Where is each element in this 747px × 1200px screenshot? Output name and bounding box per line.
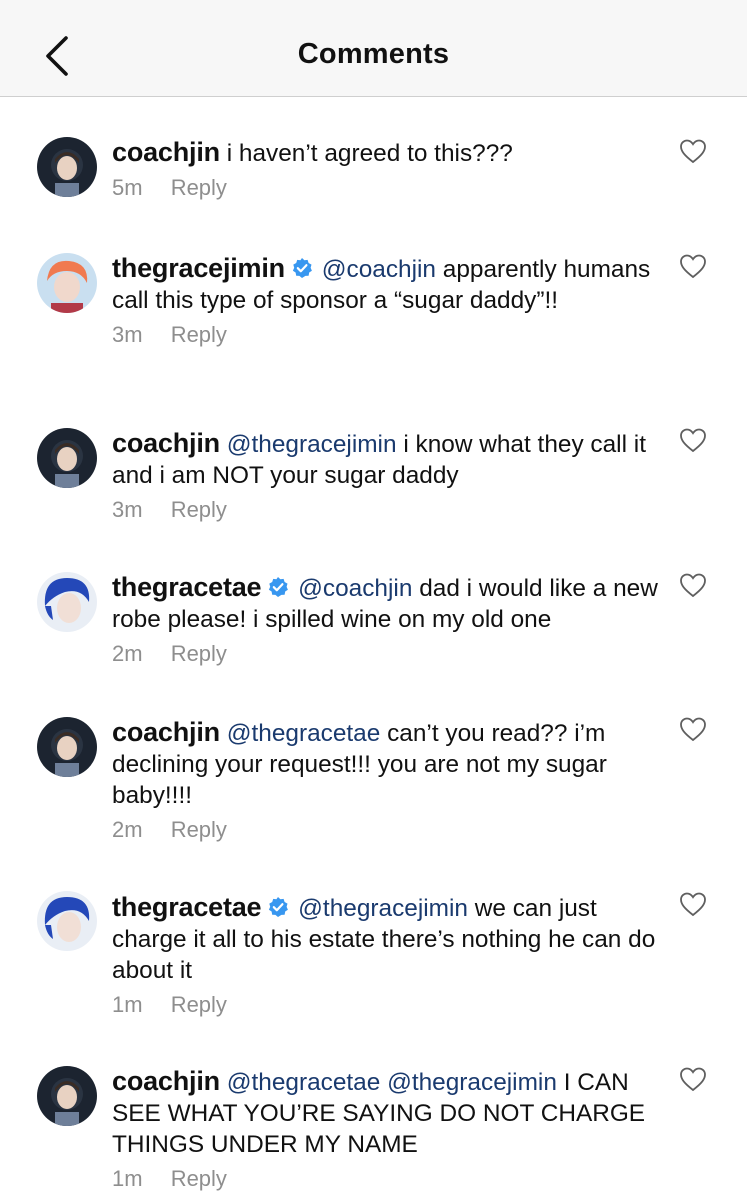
comment-mention[interactable]: @thegracetae bbox=[227, 720, 381, 747]
reply-button[interactable]: Reply bbox=[171, 175, 227, 200]
avatar[interactable] bbox=[37, 428, 97, 488]
like-button[interactable] bbox=[679, 253, 707, 279]
heart-icon bbox=[680, 254, 706, 279]
comment-meta: 1m Reply bbox=[112, 991, 668, 1019]
comment-text: coachjin @thegracetae @thegracejimin I C… bbox=[112, 1066, 668, 1160]
page-title: Comments bbox=[297, 38, 450, 70]
avatar[interactable] bbox=[37, 891, 97, 951]
heart-icon bbox=[680, 717, 706, 742]
comment-username[interactable]: coachjin bbox=[112, 137, 220, 167]
avatar[interactable] bbox=[37, 717, 97, 777]
comment-mention[interactable]: @coachjin bbox=[298, 575, 412, 602]
avatar[interactable] bbox=[37, 253, 97, 313]
comment-time: 1m bbox=[112, 1166, 143, 1191]
comment-username[interactable]: thegracetae bbox=[112, 572, 262, 602]
comment-meta: 3m Reply bbox=[112, 321, 668, 349]
comment-meta: 2m Reply bbox=[112, 816, 668, 844]
comment-text: thegracejimin @coachjin apparently human… bbox=[112, 253, 668, 316]
reply-button[interactable]: Reply bbox=[171, 1166, 227, 1191]
comment-text: coachjin i haven’t agreed to this??? bbox=[112, 137, 668, 169]
comment-username[interactable]: coachjin bbox=[112, 1066, 220, 1096]
avatar[interactable] bbox=[37, 137, 97, 197]
comment-username[interactable]: thegracetae bbox=[112, 892, 262, 922]
comment-time: 5m bbox=[112, 175, 143, 200]
verified-badge-icon bbox=[269, 577, 289, 597]
heart-icon bbox=[680, 573, 706, 598]
header-bar: Comments bbox=[0, 0, 747, 97]
comment-meta: 1m Reply bbox=[112, 1165, 668, 1193]
heart-icon bbox=[680, 139, 706, 164]
comment-meta: 5m Reply bbox=[112, 174, 668, 202]
reply-button[interactable]: Reply bbox=[171, 817, 227, 842]
comment-time: 2m bbox=[112, 817, 143, 842]
reply-button[interactable]: Reply bbox=[171, 641, 227, 666]
reply-button[interactable]: Reply bbox=[171, 497, 227, 522]
comment-username[interactable]: coachjin bbox=[112, 428, 220, 458]
comment-text: coachjin @thegracejimin i know what they… bbox=[112, 428, 668, 491]
comment-username[interactable]: thegracejimin bbox=[112, 253, 285, 283]
comment-username[interactable]: coachjin bbox=[112, 717, 220, 747]
comment-time: 2m bbox=[112, 641, 143, 666]
comment-text: thegracetae @coachjin dad i would like a… bbox=[112, 572, 668, 635]
verified-badge-icon bbox=[269, 897, 289, 917]
comment-time: 1m bbox=[112, 992, 143, 1017]
like-button[interactable] bbox=[679, 427, 707, 453]
comment-mention[interactable]: @coachjin bbox=[322, 256, 436, 283]
like-button[interactable] bbox=[679, 1066, 707, 1092]
comment-text: coachjin @thegracetae can’t you read?? i… bbox=[112, 717, 668, 811]
avatar[interactable] bbox=[37, 572, 97, 632]
comment-meta: 3m Reply bbox=[112, 496, 668, 524]
reply-button[interactable]: Reply bbox=[171, 992, 227, 1017]
comment-text: thegracetae @thegracejimin we can just c… bbox=[112, 892, 668, 986]
like-button[interactable] bbox=[679, 891, 707, 917]
avatar[interactable] bbox=[37, 1066, 97, 1126]
comment-mention[interactable]: @thegracetae @thegracejimin bbox=[227, 1069, 557, 1096]
heart-icon bbox=[680, 892, 706, 917]
like-button[interactable] bbox=[679, 716, 707, 742]
comment-mention[interactable]: @thegracejimin bbox=[227, 431, 397, 458]
heart-icon bbox=[680, 1067, 706, 1092]
comment-mention[interactable]: @thegracejimin bbox=[298, 895, 468, 922]
verified-badge-icon bbox=[292, 258, 312, 278]
comment-time: 3m bbox=[112, 322, 143, 347]
reply-button[interactable]: Reply bbox=[171, 322, 227, 347]
heart-icon bbox=[680, 428, 706, 453]
like-button[interactable] bbox=[679, 572, 707, 598]
comment-meta: 2m Reply bbox=[112, 640, 668, 668]
comment-time: 3m bbox=[112, 497, 143, 522]
comment-body: i haven’t agreed to this??? bbox=[226, 140, 513, 167]
like-button[interactable] bbox=[679, 138, 707, 164]
